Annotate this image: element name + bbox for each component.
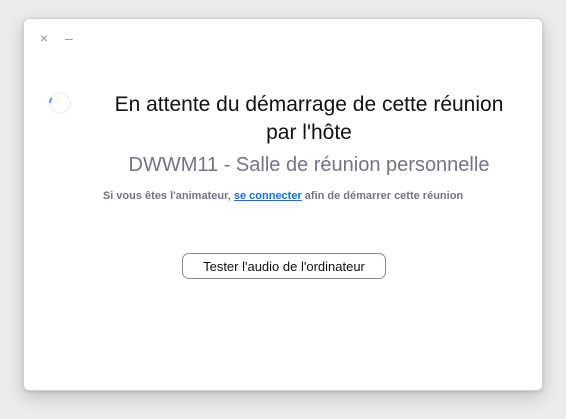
minimize-icon[interactable]: –: [62, 31, 76, 45]
title-bar: × –: [24, 19, 542, 55]
title-line-1: En attente du démarrage de cette réunion: [114, 93, 504, 116]
meeting-name: DWWM11 - Salle de réunion personnelle: [128, 154, 490, 176]
sign-in-link[interactable]: se connecter: [234, 190, 302, 202]
host-note-prefix: Si vous êtes l'animateur,: [102, 190, 234, 202]
loading-spinner-icon: [49, 92, 71, 114]
host-note-suffix: afin de démarrer cette réunion: [301, 190, 464, 202]
page-title: En attente du démarrage de cette réunion…: [74, 91, 544, 147]
waiting-room-window: × – En attente du démarrage de cette réu…: [23, 18, 543, 391]
close-icon[interactable]: ×: [37, 31, 51, 45]
title-line-2: par l'hôte: [266, 121, 352, 144]
host-note: Si vous êtes l'animateur, se connecter a…: [24, 190, 542, 202]
test-computer-audio-button[interactable]: Tester l'audio de l'ordinateur: [182, 253, 386, 279]
